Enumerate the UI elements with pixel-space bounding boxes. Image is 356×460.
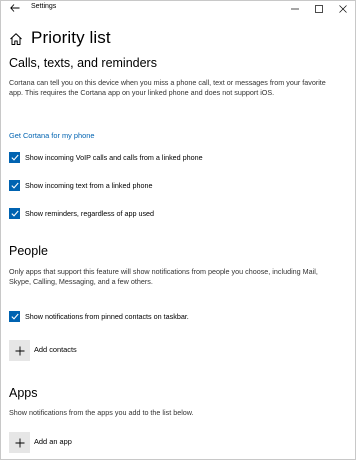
page-header: Priority list xyxy=(9,28,111,48)
maximize-icon[interactable] xyxy=(307,1,331,16)
window-controls xyxy=(283,1,355,16)
add-app-label: Add an app xyxy=(34,436,72,446)
checkmark-icon[interactable] xyxy=(9,208,20,219)
checkmark-icon[interactable] xyxy=(9,311,20,322)
close-icon[interactable] xyxy=(331,1,355,16)
title-bar: Settings xyxy=(1,1,355,16)
get-cortana-link[interactable]: Get Cortana for my phone xyxy=(9,131,94,140)
checkbox-label: Show incoming VoIP calls and calls from … xyxy=(25,153,203,162)
add-contacts-label: Add contacts xyxy=(34,344,77,354)
reminders-checkbox[interactable]: Show reminders, regardless of app used xyxy=(9,208,154,219)
checkmark-icon[interactable] xyxy=(9,180,20,191)
plus-icon[interactable] xyxy=(9,340,30,361)
checkbox-label: Show reminders, regardless of app used xyxy=(25,209,155,218)
apps-section-description: Show notifications from the apps you add… xyxy=(9,408,194,417)
calls-section-description: Cortana can tell you on this device when… xyxy=(9,78,326,98)
checkbox-label: Show incoming text from a linked phone xyxy=(25,181,153,190)
voip-calls-checkbox[interactable]: Show incoming VoIP calls and calls from … xyxy=(9,152,203,163)
plus-icon[interactable] xyxy=(9,432,30,453)
incoming-text-checkbox[interactable]: Show incoming text from a linked phone xyxy=(9,180,152,191)
minimize-icon[interactable] xyxy=(283,1,307,16)
add-contacts-button[interactable]: Add contacts xyxy=(9,340,77,361)
settings-window: Settings Priority list Calls, texts, and… xyxy=(0,0,356,460)
calls-section-title: Calls, texts, and reminders xyxy=(9,56,157,70)
checkmark-icon[interactable] xyxy=(9,152,20,163)
apps-section-title: Apps xyxy=(9,386,38,400)
people-section-title: People xyxy=(9,244,48,258)
add-app-button[interactable]: Add an app xyxy=(9,432,72,453)
back-arrow-icon[interactable] xyxy=(8,2,22,14)
people-section-description: Only apps that support this feature will… xyxy=(9,267,318,287)
pinned-contacts-checkbox[interactable]: Show notifications from pinned contacts … xyxy=(9,311,189,322)
app-title: Settings xyxy=(31,3,57,10)
home-icon[interactable] xyxy=(9,32,23,46)
checkbox-label: Show notifications from pinned contacts … xyxy=(25,312,189,321)
page-title: Priority list xyxy=(31,28,111,47)
